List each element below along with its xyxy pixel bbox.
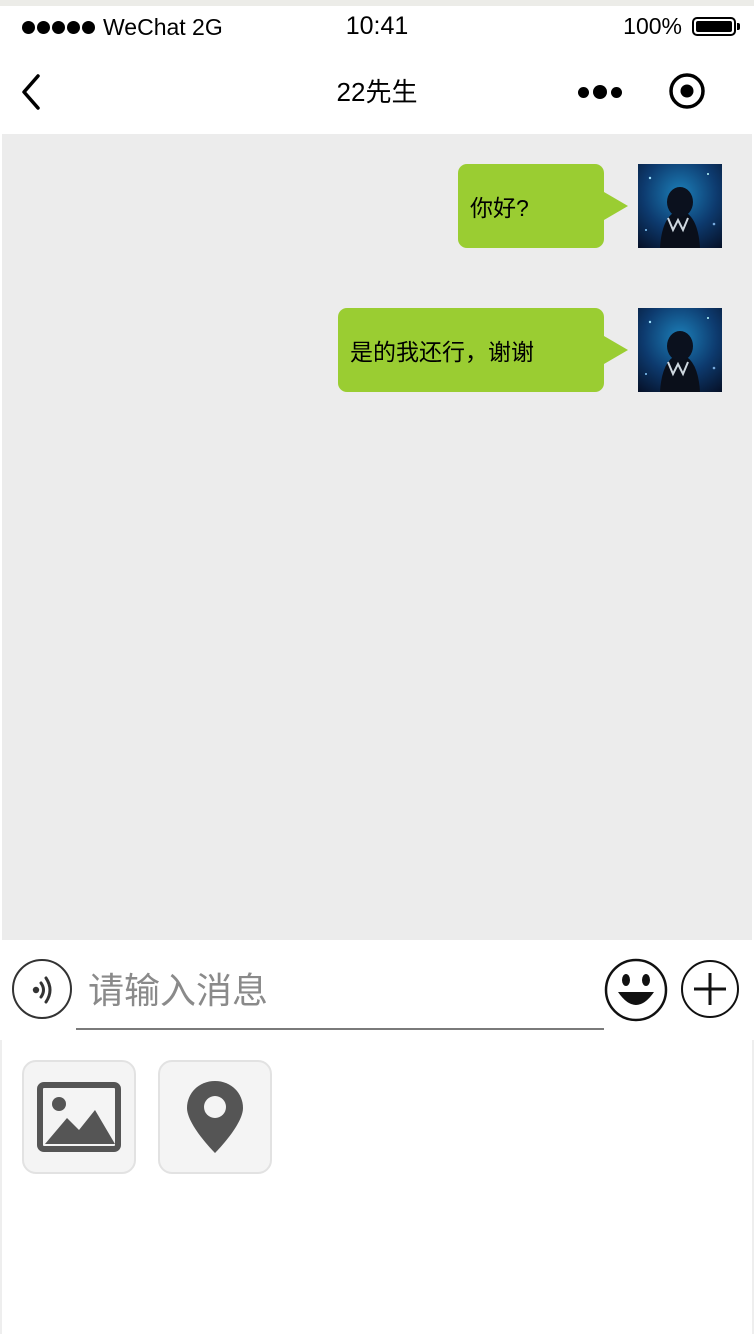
tools-panel (0, 1040, 754, 1334)
avatar-image (638, 164, 722, 248)
message-bubble[interactable]: 是的我还行，谢谢 (338, 308, 628, 392)
location-pin-icon (187, 1081, 243, 1153)
avatar[interactable] (638, 308, 722, 392)
message-list[interactable]: 你好? 是的我还行，谢谢 (2, 134, 752, 940)
message-text: 你好? (470, 195, 529, 221)
voice-icon (32, 976, 52, 1004)
chat-title: 22先生 (336, 77, 418, 107)
battery-percent: 100% (623, 13, 682, 39)
message-input[interactable] (76, 954, 604, 1030)
more-options-button[interactable] (578, 78, 628, 106)
record-target-icon (669, 73, 705, 109)
add-button[interactable] (680, 959, 740, 1019)
location-button[interactable] (158, 1060, 272, 1174)
voice-button[interactable] (12, 959, 72, 1019)
input-bar (0, 940, 754, 1040)
status-bar: WeChat 2G 10:41 100% (0, 6, 754, 48)
emoji-button[interactable] (604, 958, 668, 1022)
battery-icon (692, 17, 740, 36)
chat-screen: WeChat 2G 10:41 100% 22先生 你好? 是的我还行，谢谢 请… (0, 0, 754, 1334)
plus-icon (681, 960, 739, 1018)
message-bubble[interactable]: 你好? (458, 164, 628, 248)
close-miniprogram-button[interactable] (668, 72, 706, 110)
message-text: 是的我还行，谢谢 (350, 339, 534, 365)
image-button[interactable] (22, 1060, 136, 1174)
more-dots-icon (578, 86, 589, 98)
smiley-icon (604, 958, 668, 1022)
avatar[interactable] (638, 164, 722, 248)
image-icon (37, 1082, 121, 1152)
avatar-image (638, 308, 722, 392)
navigation-bar: 22先生 (0, 48, 754, 134)
battery-info: 100% (623, 13, 740, 40)
